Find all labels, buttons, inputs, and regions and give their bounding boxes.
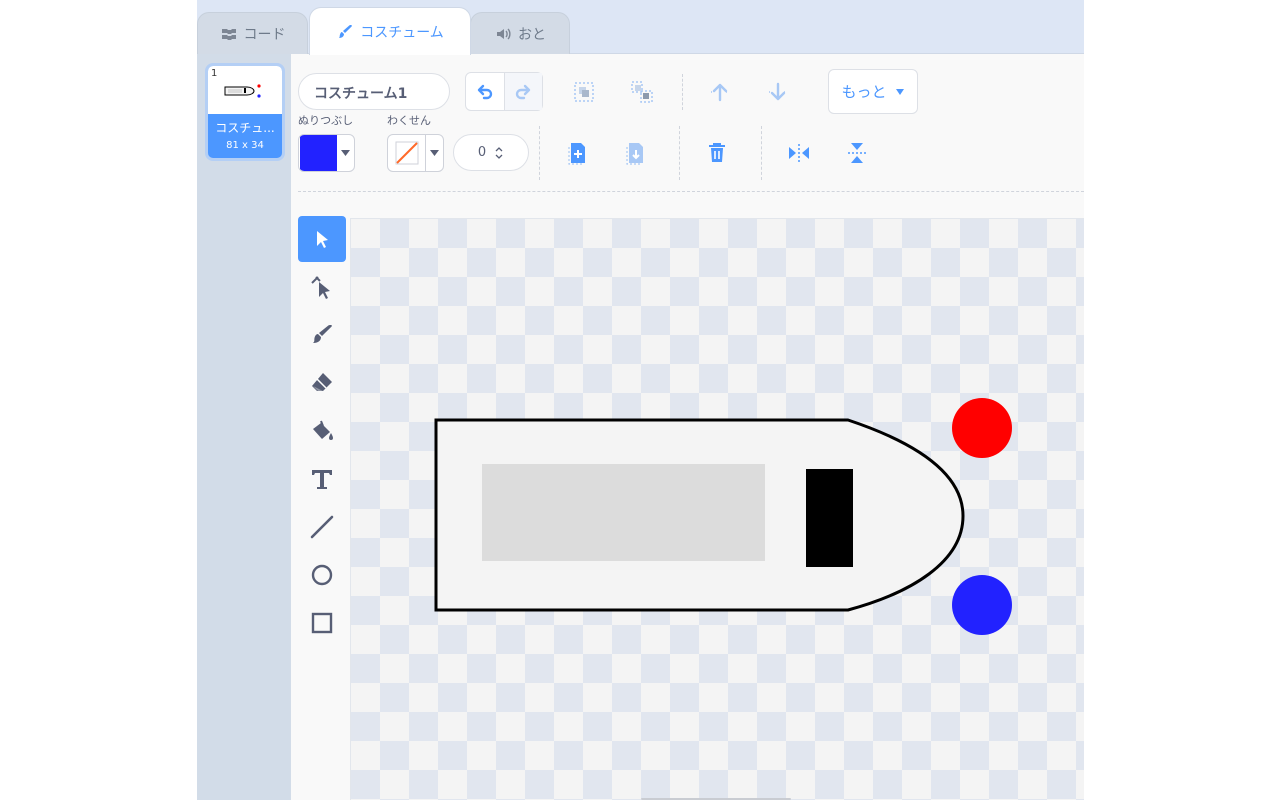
text-tool[interactable] [298,456,346,502]
outline-swatch [388,135,426,171]
blue-dot[interactable] [952,575,1012,635]
shape-window[interactable] [482,464,765,561]
costume-name-input[interactable]: コスチューム1 [298,73,450,110]
group-button[interactable] [569,77,599,107]
tab-bar: コード コスチューム おと [197,0,1084,55]
circle-icon [311,564,333,586]
outline-width-value: 0 [477,145,487,160]
reshape-tool[interactable] [298,264,346,310]
trash-icon [709,143,725,162]
tab-sounds-label: おと [518,26,546,43]
backward-button[interactable] [763,77,793,107]
tab-sounds[interactable]: おと [470,12,570,54]
caret-down-icon [341,150,350,156]
costume-number: 1 [211,68,218,79]
toolbar-divider [682,74,683,110]
flip-vertical-button[interactable] [842,138,872,168]
rectangle-icon [311,612,333,634]
forward-button[interactable] [705,77,735,107]
tool-palette [298,216,346,646]
flip-horizontal-button[interactable] [784,138,814,168]
costume-artwork [434,398,1012,635]
tab-code[interactable]: コード [197,12,308,54]
toolbar-bottom-divider [298,191,1084,192]
brush-tool[interactable] [298,312,346,358]
group-icon [574,82,594,102]
copy-icon [568,143,585,165]
tab-costumes[interactable]: コスチューム [309,7,471,55]
paste-button[interactable] [563,138,593,168]
circle-tool[interactable] [298,552,346,598]
red-dot[interactable] [952,398,1012,458]
tab-code-label: コード [243,26,286,43]
outline-width-input[interactable]: 0 [453,134,529,171]
outline-color-picker[interactable] [387,134,444,172]
toolbar-divider [679,126,680,180]
arrow-down-icon [769,82,787,101]
speaker-icon [497,28,511,39]
redo-icon [516,84,531,99]
eraser-tool[interactable] [298,360,346,406]
ungroup-icon [631,81,653,103]
drawing-canvas[interactable] [350,218,1084,800]
line-tool[interactable] [298,504,346,550]
undo-redo-group [465,72,543,111]
undo-button[interactable] [466,73,504,110]
line-icon [310,515,334,539]
costume-list: 1 コスチュ... 81 x 34 [197,54,291,800]
select-tool[interactable] [298,216,346,262]
flip-vertical-icon [848,143,866,163]
reshape-icon [311,276,330,299]
brush-icon [339,24,353,38]
paint-editor-app: コード コスチューム おと 1 コスチュ... 81 x 34 コスチューム1 … [197,0,1084,800]
fill-label: ぬりつぶし [298,114,354,127]
text-icon [312,470,332,489]
caret-down-icon [430,150,439,156]
paste-in-button[interactable] [621,138,651,168]
toolbar-divider [539,126,540,180]
rectangle-tool[interactable] [298,600,346,646]
stepper-icon[interactable] [494,146,504,160]
more-label: もっと [841,83,887,101]
flip-horizontal-icon [789,144,809,162]
costume-name: コスチュ... [215,121,275,135]
fill-swatch [299,135,337,171]
tab-costumes-label: コスチューム [360,24,444,41]
undo-icon [477,84,492,99]
paintbrush-icon [313,325,332,343]
costume-item-selected[interactable]: 1 コスチュ... 81 x 34 [205,63,285,161]
fill-dropdown[interactable] [337,135,354,171]
outline-label: わくせん [387,114,431,127]
toolbar-divider [761,126,762,180]
cursor-icon [317,231,328,248]
caret-down-icon [895,88,904,95]
fill-tool[interactable] [298,408,346,454]
costume-size: 81 x 34 [226,140,264,151]
more-button[interactable]: もっと [828,69,918,114]
redo-button[interactable] [503,73,542,110]
costume-thumbnail-image [224,84,261,98]
fill-color-picker[interactable] [298,134,355,172]
costume-thumbnail [208,66,282,114]
ungroup-button[interactable] [627,77,657,107]
no-color-icon [395,141,418,165]
shape-black-bar[interactable] [806,469,853,567]
outline-dropdown[interactable] [426,135,443,171]
eraser-icon [312,373,332,391]
paint-bucket-icon [313,420,333,440]
arrow-up-icon [711,83,729,102]
paint-editor: コスチューム1 もっと ぬりつぶし わくせん 0 [291,54,1084,800]
code-blocks-icon [221,28,236,40]
paste-icon [626,143,643,165]
delete-button[interactable] [702,138,732,168]
